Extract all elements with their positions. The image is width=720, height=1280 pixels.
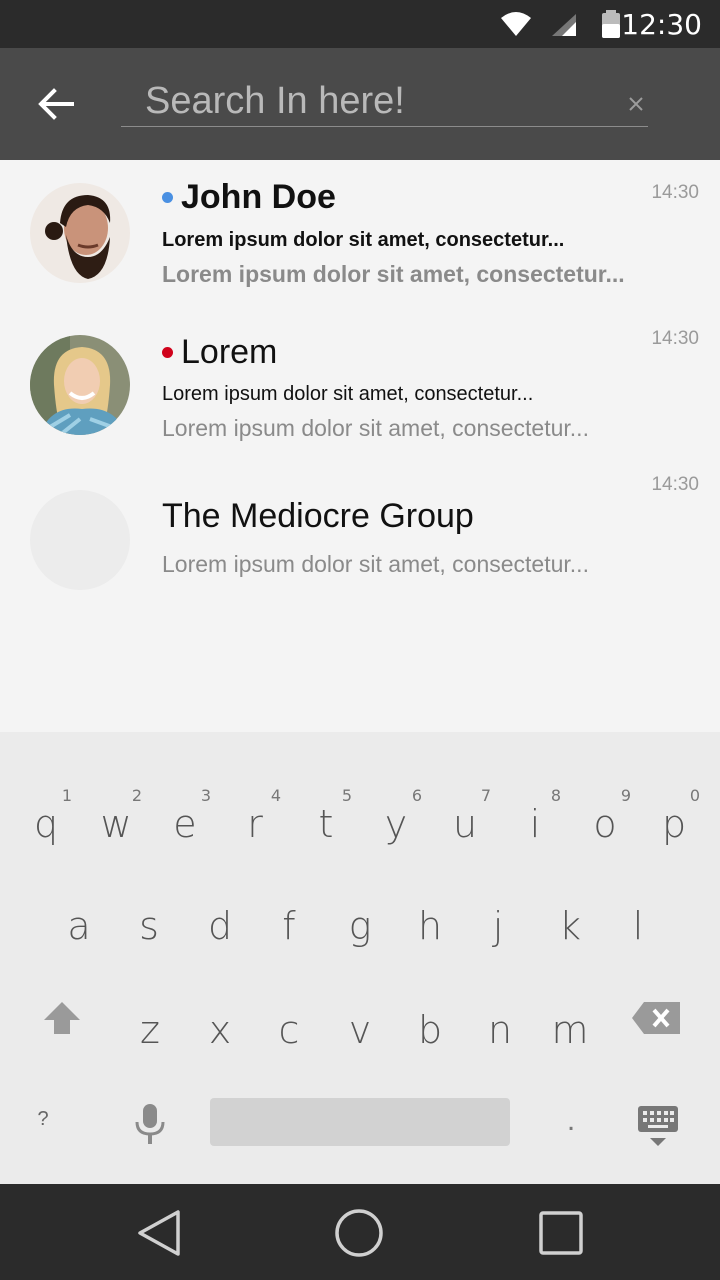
key-w[interactable]: 2w: [86, 778, 146, 858]
conversation-time: 14:30: [651, 328, 699, 349]
key-y[interactable]: 6y: [366, 778, 426, 858]
key-u[interactable]: 7u: [435, 778, 495, 858]
conversation-preview: Lorem ipsum dolor sit amet, consectetur.…: [162, 415, 589, 441]
nav-back-icon[interactable]: [136, 1208, 184, 1258]
key-i[interactable]: 8i: [505, 778, 565, 858]
shift-icon[interactable]: [42, 1000, 82, 1036]
unread-dot: [162, 192, 173, 203]
key-m[interactable]: m: [540, 984, 600, 1064]
conversation-name: Lorem: [162, 333, 277, 372]
search-toolbar: [0, 48, 720, 160]
avatar: [30, 335, 130, 435]
backspace-icon[interactable]: [630, 1000, 682, 1036]
search-field: [121, 70, 648, 127]
key-h[interactable]: h: [400, 880, 460, 960]
conversation-name: The Mediocre Group: [162, 497, 474, 535]
key-r[interactable]: 4r: [225, 778, 285, 858]
key-z[interactable]: z: [120, 984, 180, 1064]
key-c[interactable]: c: [259, 984, 319, 1064]
key-b[interactable]: b: [400, 984, 460, 1064]
wifi-icon: [501, 12, 531, 36]
clear-icon[interactable]: [626, 94, 646, 114]
key-e[interactable]: 3e: [155, 778, 215, 858]
back-arrow-icon[interactable]: [34, 82, 78, 126]
key-j[interactable]: j: [468, 880, 528, 960]
key-v[interactable]: v: [330, 984, 390, 1064]
conversation-row[interactable]: 14:30 The Mediocre Group Lorem ipsum dol…: [0, 452, 720, 598]
key-s[interactable]: s: [119, 880, 179, 960]
status-bar: 12:30: [0, 0, 720, 48]
avatar: [30, 183, 130, 283]
battery-icon: [602, 10, 620, 38]
conversation-time: 14:30: [651, 474, 699, 495]
key-n[interactable]: n: [470, 984, 530, 1064]
status-time: 12:30: [621, 8, 702, 41]
period-key[interactable]: .: [556, 1104, 586, 1144]
key-t[interactable]: 5t: [296, 778, 356, 858]
conversation-list: 14:30 John Doe Lorem ipsum dolor sit ame…: [0, 160, 720, 732]
system-nav-bar: [0, 1184, 720, 1280]
conversation-preview: Lorem ipsum dolor sit amet, consectetur.…: [162, 261, 625, 287]
key-o[interactable]: 9o: [575, 778, 635, 858]
unread-dot: [162, 347, 173, 358]
soft-keyboard: 1q 2w 3e 4r 5t 6y 7u 8i 9o 0p a s d f g …: [0, 732, 720, 1184]
key-f[interactable]: f: [259, 880, 319, 960]
key-q[interactable]: 1q: [16, 778, 76, 858]
key-a[interactable]: a: [49, 880, 109, 960]
microphone-icon[interactable]: [130, 1102, 170, 1146]
nav-home-icon[interactable]: [334, 1208, 384, 1258]
conversation-row[interactable]: 14:30 John Doe Lorem ipsum dolor sit ame…: [0, 160, 720, 306]
keyboard-hide-icon[interactable]: [636, 1104, 680, 1148]
conversation-name: John Doe: [162, 178, 336, 217]
key-g[interactable]: g: [330, 880, 390, 960]
key-d[interactable]: d: [190, 880, 250, 960]
key-l[interactable]: l: [608, 880, 668, 960]
cell-signal-icon: [552, 14, 576, 36]
nav-recent-apps-icon[interactable]: [538, 1210, 584, 1256]
conversation-row[interactable]: 14:30 Lorem Lorem ipsum dolor sit amet, …: [0, 306, 720, 452]
key-x[interactable]: x: [190, 984, 250, 1064]
conversation-preview: Lorem ipsum dolor sit amet, consectetur.…: [162, 551, 589, 577]
search-input[interactable]: [145, 78, 605, 124]
space-bar[interactable]: [210, 1098, 510, 1146]
key-k[interactable]: k: [540, 880, 600, 960]
key-p[interactable]: 0p: [644, 778, 704, 858]
group-avatar-placeholder: [30, 490, 130, 590]
conversation-line1: Lorem ipsum dolor sit amet, consectetur.…: [162, 383, 534, 405]
symbols-key[interactable]: ?: [28, 1108, 58, 1138]
conversation-line1: Lorem ipsum dolor sit amet, consectetur.…: [162, 229, 565, 251]
conversation-time: 14:30: [651, 182, 699, 203]
